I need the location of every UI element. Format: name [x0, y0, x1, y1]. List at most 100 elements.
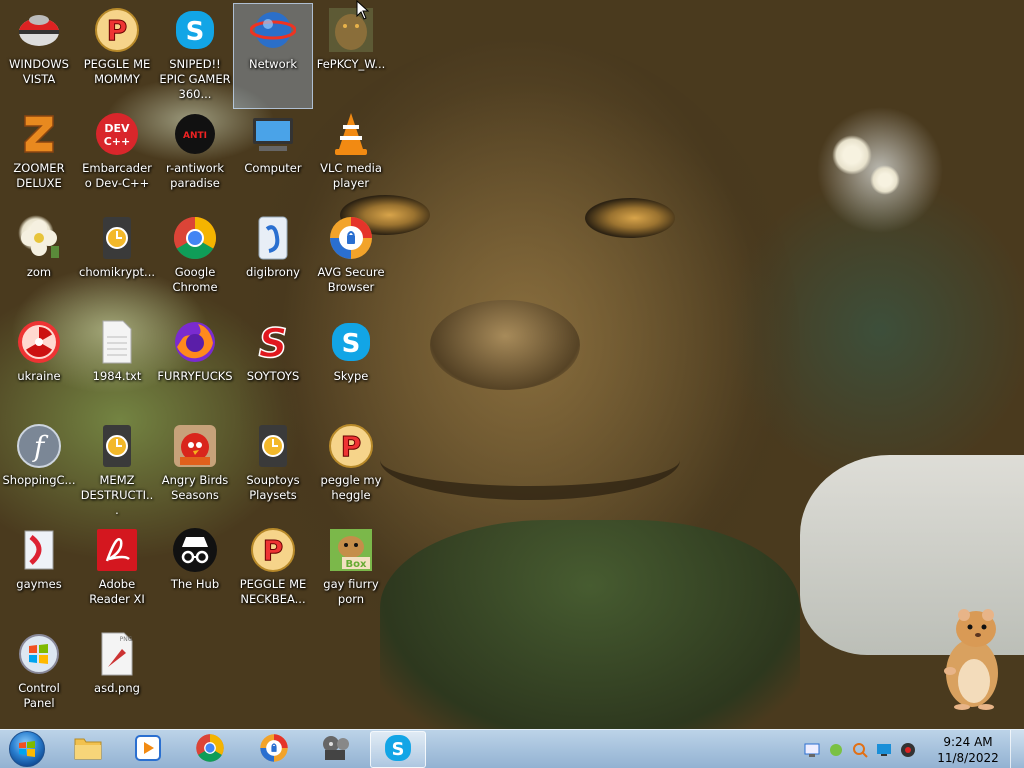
- desktop-icon-gaymes[interactable]: gaymes: [0, 524, 78, 628]
- desktop-icon-1984-txt[interactable]: 1984.txt: [78, 316, 156, 420]
- desktop-icon-shoppingc[interactable]: f ShoppingC...: [0, 420, 78, 524]
- desktop-icon-computer[interactable]: Computer: [234, 108, 312, 212]
- shortcut-clock-icon: [93, 422, 141, 470]
- desktop-icon-label: Google Chrome: [172, 265, 218, 294]
- volume-tray-icon[interactable]: [900, 742, 916, 758]
- desktop-icon-label: Souptoys Playsets: [246, 473, 300, 502]
- svg-text:S: S: [186, 17, 205, 47]
- taskbar-skype-button[interactable]: S: [370, 731, 426, 768]
- taskbar-movie-maker-button[interactable]: [308, 731, 364, 768]
- desktop-icon-label: VLC media player: [320, 161, 382, 190]
- start-button[interactable]: [4, 731, 50, 767]
- app-tray-icon[interactable]: [828, 742, 844, 758]
- search-tray-icon[interactable]: [852, 742, 868, 758]
- hamster-box-icon: Box: [327, 526, 375, 574]
- peggle-icon: P: [249, 526, 297, 574]
- desktop-icon-asd-png[interactable]: PNG asd.png: [78, 628, 156, 732]
- desktop-icon-network[interactable]: Network: [233, 3, 313, 109]
- desktop-icon-fepkcy-w[interactable]: FePKCY_W...: [312, 4, 390, 108]
- network-icon[interactable]: [804, 742, 820, 758]
- desktop-icon-label: peggle my heggle: [320, 473, 382, 502]
- desktop-icon-label: Skype: [333, 369, 369, 383]
- desktop-icon-label: Computer: [244, 161, 302, 175]
- desktop-icon-furryfucks[interactable]: FURRYFUCKS: [156, 316, 234, 420]
- svg-text:S: S: [392, 739, 405, 759]
- desktop-icon-label: chomikrypt...: [79, 265, 156, 279]
- desktop-icon-avg-secure-browser[interactable]: AVG Secure Browser: [312, 212, 390, 316]
- peggle-icon: P: [93, 6, 141, 54]
- desktop-icon-peggle-me-mommy[interactable]: P PEGGLE ME MOMMY: [78, 4, 156, 108]
- desktop-icon-label: AVG Secure Browser: [317, 265, 385, 294]
- chrome-icon: [195, 733, 225, 767]
- desktop-icon-embarcadero-dev-c[interactable]: DEV C++ Embarcadero Dev-C++: [78, 108, 156, 212]
- svg-text:P: P: [341, 430, 362, 463]
- desktop-icon-the-hub[interactable]: The Hub: [156, 524, 234, 628]
- desktop-icon-digibrony[interactable]: digibrony: [234, 212, 312, 316]
- desktop-icon-zom[interactable]: zom: [0, 212, 78, 316]
- taskbar-avg-browser-button[interactable]: [246, 731, 302, 768]
- avg-browser-icon: [259, 733, 289, 767]
- desktop-icon-memz-destructi[interactable]: MEMZ DESTRUCTI...: [78, 420, 156, 524]
- devcpp-icon: DEV C++: [93, 110, 141, 158]
- show-desktop-button[interactable]: [1010, 730, 1024, 768]
- radiation-icon: [15, 318, 63, 366]
- svg-text:P: P: [263, 534, 284, 567]
- desktop-icon-souptoys-playsets[interactable]: Souptoys Playsets: [234, 420, 312, 524]
- desktop-icon-soytoys[interactable]: S SOYTOYS: [234, 316, 312, 420]
- desktop-icon-label: SNIPED!! EPIC GAMER 360...: [159, 57, 231, 101]
- desktop-icon-windows-vista[interactable]: WINDOWS VISTA: [0, 4, 78, 108]
- desktop-icon-google-chrome[interactable]: Google Chrome: [156, 212, 234, 316]
- desktop-icon-zoomer-deluxe[interactable]: ZOOMER DELUXE: [0, 108, 78, 212]
- vlc-cone-icon: [327, 110, 375, 158]
- computer-icon: [249, 110, 297, 158]
- desktop-icon-control-panel[interactable]: Control Panel: [0, 628, 78, 732]
- games-folder-icon: [15, 526, 63, 574]
- desktop-icon-vlc-media-player[interactable]: VLC media player: [312, 108, 390, 212]
- desktop-icon-ukraine[interactable]: ukraine: [0, 316, 78, 420]
- desktop-icon-label: FURRYFUCKS: [157, 369, 233, 383]
- desktop-icon-label: FePKCY_W...: [316, 57, 386, 71]
- text-file-icon: [93, 318, 141, 366]
- desktop-icon-sniped-epic-gamer-360[interactable]: S SNIPED!! EPIC GAMER 360...: [156, 4, 234, 108]
- skype-icon: S: [327, 318, 375, 366]
- desktop-icon-peggle-my-heggle[interactable]: Ppeggle my heggle: [312, 420, 390, 524]
- svg-text:S: S: [259, 321, 288, 365]
- desktop-icon-r-antiwork-paradise[interactable]: ANTI r-antiwork paradise: [156, 108, 234, 212]
- pokeball-icon: [15, 6, 63, 54]
- firefox-icon: [171, 318, 219, 366]
- flash-icon: f: [15, 422, 63, 470]
- desktop-icon-peggle-me-neckbea[interactable]: P PEGGLE ME NECKBEA...: [234, 524, 312, 628]
- desktop-icon-label: SOYTOYS: [246, 369, 300, 383]
- taskbar-media-player-button[interactable]: [120, 731, 176, 768]
- network-globe-icon: [249, 6, 297, 54]
- angry-birds-icon: [171, 422, 219, 470]
- skype-icon: S: [171, 6, 219, 54]
- mouse-cursor-icon: [356, 0, 370, 20]
- desktop-icon-label: Control Panel: [18, 681, 60, 710]
- svg-text:C++: C++: [104, 135, 131, 148]
- svg-text:PNG: PNG: [120, 636, 133, 643]
- clock[interactable]: 9:24 AM 11/8/2022: [926, 734, 1010, 766]
- desktop-icon-label: ShoppingC...: [2, 473, 76, 487]
- folder-icon: [73, 735, 103, 765]
- desktop-icon-gay-fiurry-porn[interactable]: Box gay fiurry porn: [312, 524, 390, 628]
- monitor-tray-icon[interactable]: [876, 742, 892, 758]
- film-reel-icon: [321, 734, 351, 766]
- windows-logo-icon: [9, 731, 45, 767]
- svg-text:Box: Box: [346, 559, 367, 570]
- desktop-icon-chomikrypt[interactable]: chomikrypt...: [78, 212, 156, 316]
- desktop-icon-label: Adobe Reader XI: [89, 577, 145, 606]
- desktop-icon-label: PEGGLE ME MOMMY: [83, 57, 151, 86]
- desktop-icon-adobe-reader-xi[interactable]: Adobe Reader XI: [78, 524, 156, 628]
- desktop-icon-angry-birds-seasons[interactable]: Angry Birds Seasons: [156, 420, 234, 524]
- desktop-icon-skype[interactable]: S Skype: [312, 316, 390, 420]
- soytoys-icon: S: [249, 318, 297, 366]
- taskbar-chrome-button[interactable]: [182, 731, 238, 768]
- svg-text:S: S: [342, 329, 361, 359]
- desktop-icon-label: digibrony: [246, 265, 300, 279]
- desktop-icon-label: WINDOWS VISTA: [9, 57, 69, 86]
- svg-text:P: P: [107, 14, 128, 47]
- desktop-icon-label: PEGGLE ME NECKBEA...: [239, 577, 307, 606]
- desktop-icon-label: gay fiurry porn: [323, 577, 379, 606]
- taskbar-explorer-button[interactable]: [60, 731, 116, 768]
